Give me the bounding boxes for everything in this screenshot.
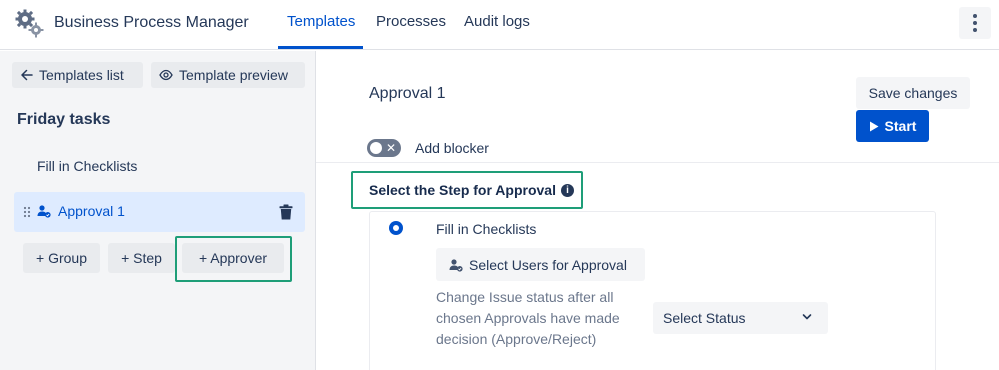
app-title: Business Process Manager bbox=[54, 14, 249, 31]
start-button[interactable]: Start bbox=[856, 110, 929, 142]
toggle-knob bbox=[370, 142, 382, 154]
more-options-button[interactable] bbox=[959, 7, 991, 39]
drag-handle-icon[interactable] bbox=[23, 206, 31, 218]
select-users-label: Select Users for Approval bbox=[469, 256, 627, 273]
tab-audit-logs[interactable]: Audit logs bbox=[464, 13, 530, 30]
step-radio-selected[interactable] bbox=[389, 221, 403, 235]
add-group-button[interactable]: + Group bbox=[23, 243, 100, 273]
status-select-value: Select Status bbox=[663, 310, 746, 326]
templates-list-label: Templates list bbox=[39, 67, 124, 83]
user-check-icon bbox=[37, 205, 51, 218]
select-users-button[interactable]: Select Users for Approval bbox=[436, 248, 645, 281]
close-icon: ✕ bbox=[385, 141, 396, 155]
eye-icon bbox=[159, 69, 173, 81]
user-check-icon bbox=[449, 258, 463, 272]
status-change-description: Change Issue status after all chosen App… bbox=[436, 289, 620, 347]
sidebar-step-fill-in-checklists[interactable]: Fill in Checklists bbox=[37, 158, 137, 174]
chevron-down-icon bbox=[802, 314, 812, 320]
top-bar: Business Process Manager Templates Proce… bbox=[0, 0, 999, 50]
sidebar-step-approval-1[interactable]: Approval 1 bbox=[14, 192, 305, 232]
add-blocker-label: Add blocker bbox=[415, 140, 489, 156]
play-icon bbox=[869, 121, 879, 131]
template-preview-button[interactable]: Template preview bbox=[151, 62, 305, 88]
template-preview-label: Template preview bbox=[179, 67, 288, 83]
sidebar: Templates list Template preview Friday t… bbox=[0, 51, 316, 370]
trash-icon[interactable] bbox=[279, 204, 293, 220]
start-label: Start bbox=[884, 118, 917, 134]
gears-icon[interactable] bbox=[14, 8, 44, 38]
tab-processes[interactable]: Processes bbox=[376, 13, 446, 30]
add-step-button[interactable]: + Step bbox=[108, 243, 175, 273]
add-blocker-toggle[interactable]: ✕ bbox=[367, 139, 401, 157]
status-select[interactable]: Select Status bbox=[653, 302, 828, 334]
add-approver-highlight bbox=[175, 236, 292, 282]
step-title: Approval 1 bbox=[369, 85, 446, 102]
step-option-label: Fill in Checklists bbox=[436, 221, 537, 237]
tab-templates[interactable]: Templates bbox=[287, 13, 355, 30]
more-vertical-icon bbox=[973, 14, 977, 18]
section-divider bbox=[316, 162, 999, 163]
arrow-left-icon bbox=[21, 69, 33, 81]
step-heading-highlight bbox=[351, 171, 583, 209]
sidebar-step-label: Approval 1 bbox=[58, 203, 125, 219]
save-changes-button[interactable]: Save changes bbox=[856, 77, 970, 109]
templates-list-button[interactable]: Templates list bbox=[12, 62, 143, 88]
active-tab-indicator bbox=[278, 46, 363, 49]
template-name: Friday tasks bbox=[17, 111, 111, 128]
